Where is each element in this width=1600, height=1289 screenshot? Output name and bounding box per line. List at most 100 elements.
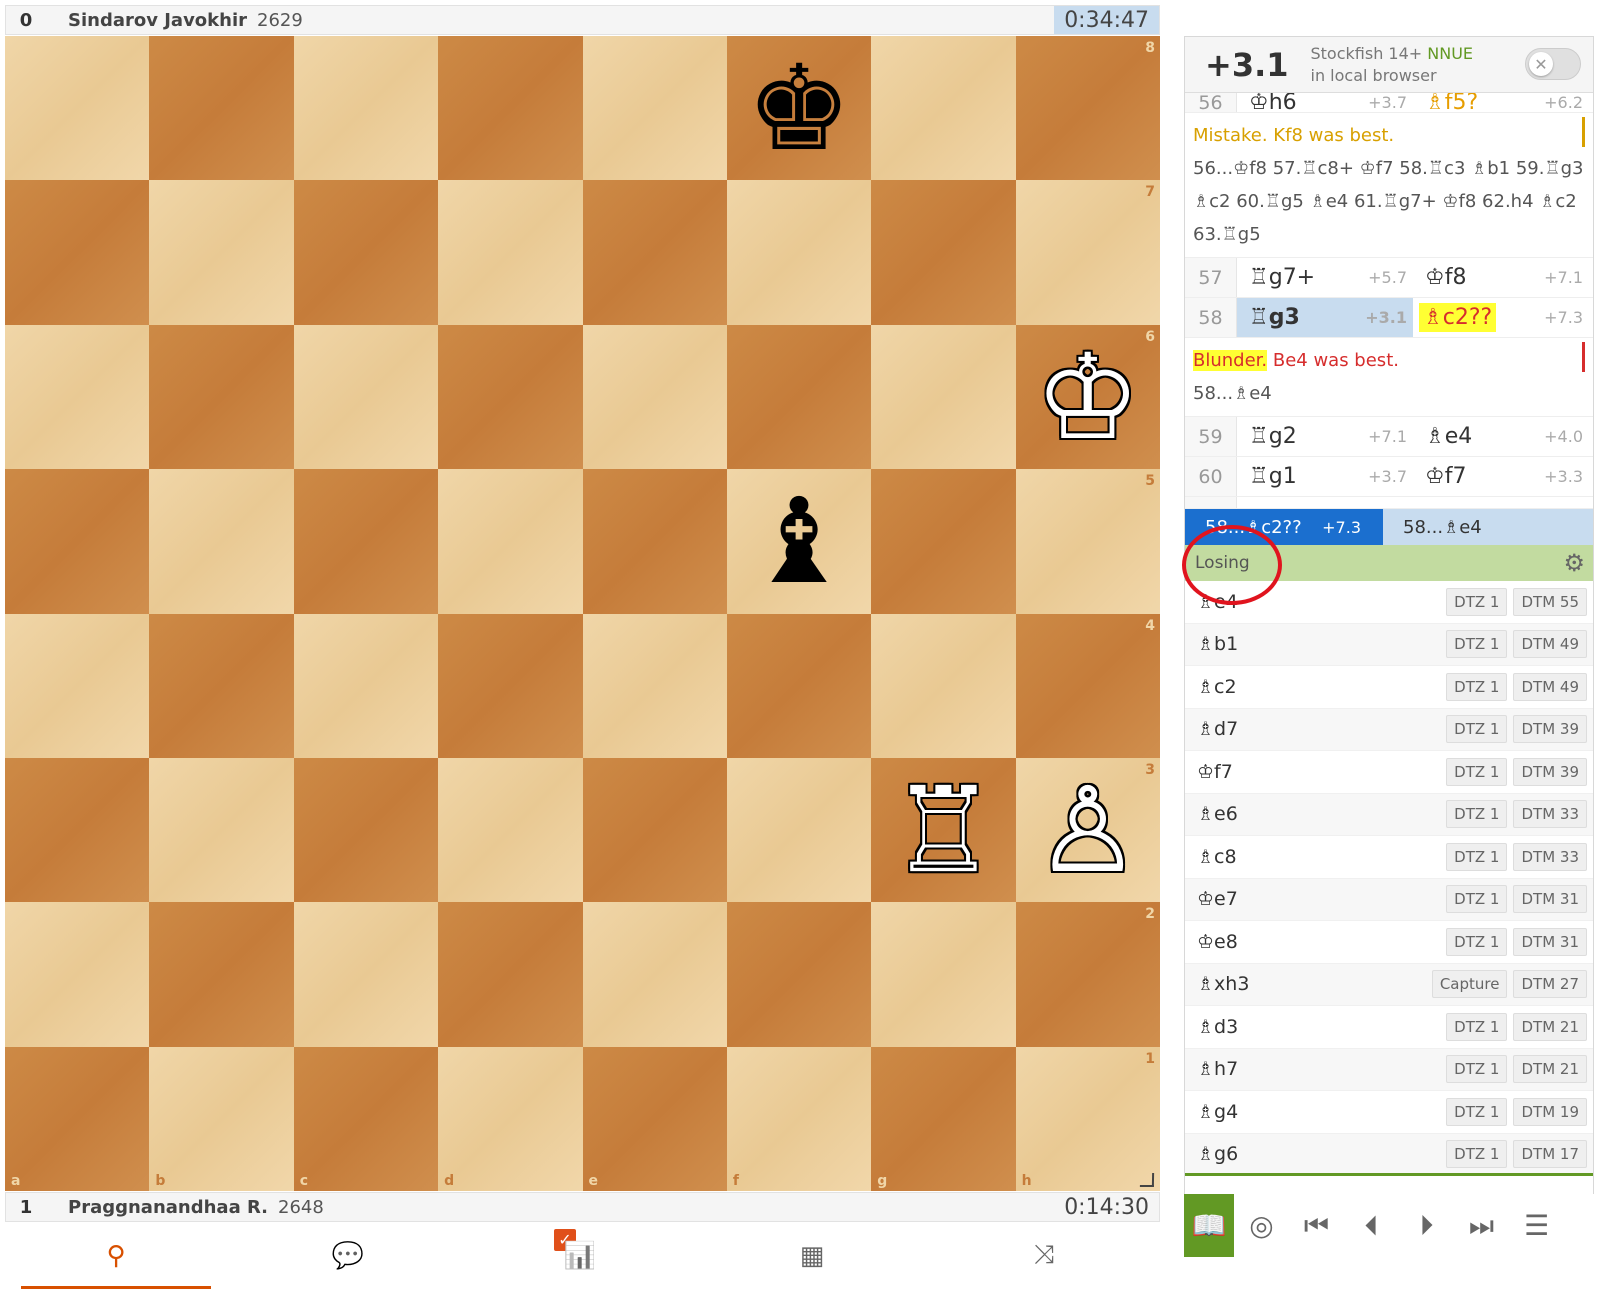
- menu-button[interactable]: ☰: [1509, 1194, 1564, 1257]
- tb-best-move[interactable]: 58...♗e4: [1383, 509, 1593, 545]
- square-b5[interactable]: [149, 469, 294, 614]
- square-g6[interactable]: [871, 324, 1016, 470]
- square-e4[interactable]: [582, 613, 727, 758]
- square-b8[interactable]: [149, 36, 294, 181]
- square-a7[interactable]: [5, 180, 150, 325]
- black-bishop[interactable]: ♝: [727, 469, 871, 613]
- tablebase-move-row[interactable]: ♔f7 DTZ 1 DTM 39: [1185, 751, 1593, 794]
- square-b4[interactable]: [149, 613, 294, 758]
- square-e6[interactable]: [582, 324, 727, 470]
- square-g7[interactable]: [871, 180, 1016, 325]
- square-b2[interactable]: [149, 902, 294, 1047]
- square-c1[interactable]: c: [293, 1046, 439, 1191]
- black-king[interactable]: ♚: [727, 36, 871, 180]
- square-f2[interactable]: [726, 902, 872, 1047]
- square-c6[interactable]: [293, 324, 439, 470]
- comment-variation[interactable]: 58...♗e4: [1193, 377, 1585, 410]
- square-h1[interactable]: 1h: [1015, 1046, 1160, 1191]
- square-d5[interactable]: [438, 469, 583, 614]
- tablebase-move-row[interactable]: ♔e8 DTZ 1 DTM 31: [1185, 921, 1593, 964]
- tablebase-move-row[interactable]: ♗c2 DTZ 1 DTM 49: [1185, 666, 1593, 709]
- square-h7[interactable]: 7: [1015, 180, 1160, 325]
- square-e3[interactable]: [582, 757, 727, 903]
- square-c8[interactable]: [293, 36, 439, 181]
- square-f1[interactable]: f: [726, 1046, 872, 1191]
- square-h8[interactable]: 8: [1015, 36, 1160, 181]
- white-king[interactable]: ♔: [1016, 325, 1160, 469]
- tablebase-move-row[interactable]: ♗xh3 Capture DTM 27: [1185, 963, 1593, 1006]
- square-b6[interactable]: [149, 324, 294, 470]
- move-white[interactable]: ♖g7+ +5.7: [1237, 258, 1413, 297]
- square-g1[interactable]: g: [871, 1046, 1016, 1191]
- tab-tags[interactable]: ⚲: [21, 1231, 211, 1289]
- square-f7[interactable]: [726, 180, 872, 325]
- square-g4[interactable]: [871, 613, 1016, 758]
- bottom-player-name[interactable]: Praggnanandhaa R.: [68, 1197, 268, 1218]
- move-black-blunder[interactable]: ♗c2?? +7.3: [1413, 298, 1589, 337]
- square-h3[interactable]: 3 ♙: [1015, 757, 1160, 903]
- last-move-button[interactable]: ⏭: [1454, 1194, 1509, 1257]
- square-c4[interactable]: [293, 613, 439, 758]
- square-f3[interactable]: [726, 757, 872, 903]
- move-black[interactable]: ♔f8 +7.1: [1413, 258, 1589, 297]
- tab-share[interactable]: ⤨: [984, 1231, 1104, 1281]
- square-h6[interactable]: 6 ♔: [1015, 324, 1160, 470]
- prev-move-button[interactable]: ⏴: [1344, 1194, 1399, 1257]
- tb-current-move[interactable]: 58...♗c2?? +7.3: [1185, 509, 1383, 545]
- square-g5[interactable]: [871, 469, 1016, 614]
- first-move-button[interactable]: ⏮: [1289, 1194, 1344, 1257]
- practice-button[interactable]: ◎: [1234, 1194, 1289, 1257]
- square-g8[interactable]: [871, 36, 1016, 181]
- square-a3[interactable]: [5, 757, 150, 903]
- tablebase-move-row[interactable]: ♗g4 DTZ 1 DTM 19: [1185, 1091, 1593, 1134]
- tablebase-move-row[interactable]: ♗c8 DTZ 1 DTM 33: [1185, 836, 1593, 879]
- square-a4[interactable]: [5, 613, 150, 758]
- next-move-button[interactable]: ⏵: [1399, 1194, 1454, 1257]
- square-g2[interactable]: [871, 902, 1016, 1047]
- square-a6[interactable]: [5, 324, 150, 470]
- move-black[interactable]: ♔f7 +3.3: [1413, 457, 1589, 496]
- tablebase-move-row[interactable]: ♗d3 DTZ 1 DTM 21: [1185, 1006, 1593, 1049]
- square-c2[interactable]: [293, 902, 439, 1047]
- square-a8[interactable]: [5, 36, 150, 181]
- square-d2[interactable]: [438, 902, 583, 1047]
- square-f8[interactable]: ♚: [726, 36, 872, 181]
- square-f6[interactable]: [726, 324, 872, 470]
- square-f5[interactable]: ♝: [726, 469, 872, 614]
- board-resize-handle[interactable]: [1139, 1173, 1155, 1187]
- tab-chat[interactable]: 💬: [288, 1231, 408, 1281]
- white-rook[interactable]: ♖: [871, 758, 1015, 902]
- tablebase-move-row[interactable]: ♗g6 DTZ 1 DTM 17: [1185, 1133, 1593, 1173]
- comment-variation[interactable]: 56...♔f8 57.♖c8+ ♔f7 58.♖c3 ♗b1 59.♖g3 ♗…: [1193, 152, 1585, 251]
- opening-explorer-button[interactable]: 📖: [1184, 1194, 1234, 1257]
- square-d8[interactable]: [438, 36, 583, 181]
- square-e7[interactable]: [582, 180, 727, 325]
- white-pawn[interactable]: ♙: [1016, 758, 1160, 902]
- move-white[interactable]: ♖g1 +3.7: [1237, 457, 1413, 496]
- move-white[interactable]: ♖g2 +7.1: [1237, 417, 1413, 456]
- tablebase-move-row[interactable]: ♗e4 DTZ 1 DTM 55: [1185, 581, 1593, 624]
- square-c5[interactable]: [293, 469, 439, 614]
- square-h5[interactable]: 5: [1015, 469, 1160, 614]
- square-b3[interactable]: [149, 757, 294, 903]
- square-h4[interactable]: 4: [1015, 613, 1160, 758]
- square-d4[interactable]: [438, 613, 583, 758]
- move-black[interactable]: ♗e4 +4.0: [1413, 417, 1589, 456]
- square-e1[interactable]: e: [582, 1046, 727, 1191]
- square-a2[interactable]: [5, 902, 150, 1047]
- square-d7[interactable]: [438, 180, 583, 325]
- square-d6[interactable]: [438, 324, 583, 470]
- square-d1[interactable]: d: [438, 1046, 583, 1191]
- square-g3[interactable]: ♖: [871, 757, 1016, 903]
- tablebase-move-row[interactable]: ♗h7 DTZ 1 DTM 21: [1185, 1048, 1593, 1091]
- square-a1[interactable]: a: [5, 1046, 150, 1191]
- move-black[interactable]: ♗f5? +6.2: [1413, 93, 1589, 112]
- square-e2[interactable]: [582, 902, 727, 1047]
- top-player-name[interactable]: Sindarov Javokhir: [68, 10, 247, 31]
- engine-toggle[interactable]: ✕: [1525, 48, 1581, 80]
- square-e5[interactable]: [582, 469, 727, 614]
- square-h2[interactable]: 2: [1015, 902, 1160, 1047]
- tab-crosstable[interactable]: ▦: [752, 1231, 872, 1281]
- square-b7[interactable]: [149, 180, 294, 325]
- square-c3[interactable]: [293, 757, 439, 903]
